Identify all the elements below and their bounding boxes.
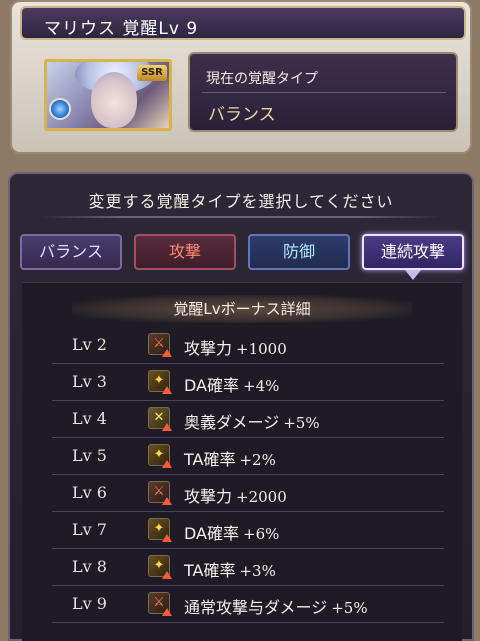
divider (202, 92, 446, 93)
page-title: マリウス 覚醒Lv 9 (44, 19, 199, 39)
bonus-text: TA確率 +2% (184, 450, 276, 469)
bonus-text: DA確率 +4% (184, 376, 280, 395)
water-element-icon (49, 98, 71, 120)
multiattack-up-icon: ✦ (148, 518, 172, 542)
bonus-value: +3% (239, 562, 276, 580)
level-label: Lv 4 (72, 409, 107, 428)
special-attack-up-icon: ✕ (148, 407, 172, 431)
level-label: Lv 3 (72, 372, 107, 391)
bonus-details: 覚醒Lvボーナス詳細 Lv 2 ⚔ 攻撃力 +1000 Lv 3 ✦ DA確率 +4… (22, 282, 462, 641)
rarity-badge: SSR (137, 65, 167, 81)
bonus-row: Lv 4 ✕ 奥義ダメージ +5% (52, 401, 444, 438)
current-awakening-label: 現在の覚醒タイプ (206, 71, 318, 87)
character-portrait: SSR (44, 59, 172, 131)
bonus-value: +2000 (236, 488, 287, 506)
divider (40, 216, 442, 218)
attack-up-icon: ⚔ (148, 333, 172, 357)
bonus-row: Lv 9 ⚔ 通常攻撃与ダメージ +5% (52, 586, 444, 623)
tab-attack[interactable]: 攻撃 (134, 234, 236, 270)
bonus-value: +4% (243, 377, 280, 395)
bonus-text: TA確率 +3% (184, 561, 276, 580)
bonus-row: Lv 6 ⚔ 攻撃力 +2000 (52, 475, 444, 512)
bonus-text: DA確率 +6% (184, 524, 280, 543)
multiattack-up-icon: ✦ (148, 444, 172, 468)
level-label: Lv 9 (72, 594, 107, 613)
portrait-face (91, 72, 137, 128)
bonus-value: +1000 (236, 340, 287, 358)
tab-defense[interactable]: 防御 (248, 234, 350, 270)
level-label: Lv 6 (72, 483, 107, 502)
bonus-row: Lv 3 ✦ DA確率 +4% (52, 364, 444, 401)
attack-up-icon: ⚔ (148, 481, 172, 505)
bonus-value: +5% (331, 599, 368, 617)
tab-multiattack[interactable]: 連続攻撃 (362, 234, 464, 270)
tab-balance[interactable]: バランス (20, 234, 122, 270)
awakening-select-panel: 変更する覚醒タイプを選択してください バランス 攻撃 防御 連続攻撃 覚醒Lvボ… (8, 172, 474, 641)
bonus-text: 通常攻撃与ダメージ +5% (184, 598, 368, 617)
bonus-row: Lv 7 ✦ DA確率 +6% (52, 512, 444, 549)
current-awakening-value: バランス (208, 105, 276, 125)
bonus-row: Lv 8 ✦ TA確率 +3% (52, 549, 444, 586)
level-label: Lv 8 (72, 557, 107, 576)
character-card: マリウス 覚醒Lv 9 SSR 現在の覚醒タイプ バランス (10, 0, 472, 154)
instruction-text: 変更する覚醒タイプを選択してください (88, 192, 394, 211)
current-awakening-panel: 現在の覚醒タイプ バランス (188, 52, 458, 132)
level-label: Lv 7 (72, 520, 107, 539)
multiattack-up-icon: ✦ (148, 555, 172, 579)
selected-tab-pointer-icon (405, 270, 421, 280)
bonus-row: Lv 2 ⚔ 攻撃力 +1000 (52, 327, 444, 364)
bonus-value: +2% (239, 451, 276, 469)
level-label: Lv 2 (72, 335, 107, 354)
title-bar: マリウス 覚醒Lv 9 (20, 6, 466, 40)
bonus-value: +6% (243, 525, 280, 543)
multiattack-up-icon: ✦ (148, 370, 172, 394)
bonus-text: 攻撃力 +1000 (184, 339, 287, 358)
bonus-text: 奥義ダメージ +5% (184, 413, 320, 432)
bonus-text: 攻撃力 +2000 (184, 487, 287, 506)
bonus-header: 覚醒Lvボーナス詳細 (72, 295, 412, 323)
level-label: Lv 5 (72, 446, 107, 465)
bonus-row: Lv 5 ✦ TA確率 +2% (52, 438, 444, 475)
attack-up-icon: ⚔ (148, 592, 172, 616)
bonus-value: +5% (283, 414, 320, 432)
